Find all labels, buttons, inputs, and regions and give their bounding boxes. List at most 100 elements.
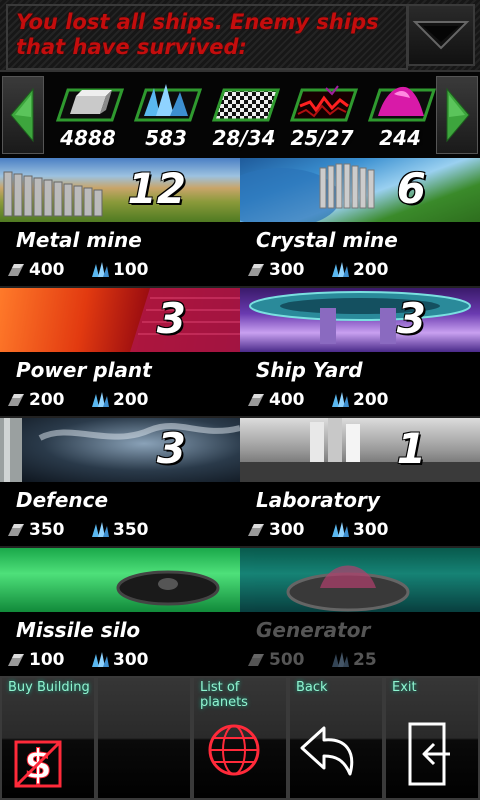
ship-yard-image [240, 288, 480, 352]
building-name: Ship Yard [256, 358, 363, 382]
building-crystal-mine[interactable]: 6 Crystal mine 300 200 [240, 158, 480, 288]
metal-cost-value: 100 [29, 650, 65, 670]
buy-building-label: Buy Building [8, 680, 90, 695]
resource-checker: 28/34 [206, 76, 282, 156]
crystal-cost-value: 25 [353, 650, 377, 670]
crystal-cost: 350 [90, 520, 149, 540]
arrow-left-icon [10, 87, 34, 143]
building-missile-silo[interactable]: Missile silo 100 300 [0, 548, 240, 678]
resource-crystal-value: 583 [145, 126, 187, 150]
crystal-cost-icon [92, 392, 109, 407]
crystal-mine-image [240, 158, 480, 222]
list-of-planets-button[interactable]: List of planets [192, 676, 288, 800]
crystal-cost: 300 [90, 650, 149, 670]
building-defence[interactable]: 3 Defence 350 350 [0, 418, 240, 548]
building-metal-mine[interactable]: 12 Metal mine 400 100 [0, 158, 240, 288]
defence-image [0, 418, 240, 482]
metal-cost-icon [248, 524, 264, 536]
dropdown-button[interactable] [407, 4, 475, 66]
resource-bar: 4888 583 28/34 25/27 244 [0, 70, 480, 161]
crystal-cost-icon [92, 262, 109, 277]
metal-cost-icon [8, 264, 24, 276]
resource-checker-value: 28/34 [212, 126, 276, 150]
metal-cost: 100 [6, 650, 65, 670]
building-count: 3 [156, 294, 186, 343]
resource-energy-value: 25/27 [290, 126, 354, 150]
scroll-right-button[interactable] [436, 76, 478, 154]
metal-cost-icon [248, 394, 264, 406]
metal-cost-value: 400 [29, 260, 65, 280]
power-plant-image [0, 288, 240, 352]
building-name: Power plant [16, 358, 152, 382]
crystal-cost-value: 200 [113, 390, 149, 410]
metal-cost: 400 [246, 390, 305, 410]
crystal-cost: 100 [90, 260, 149, 280]
empty-slot [96, 676, 192, 800]
crystal-cost-icon [92, 652, 109, 667]
crystal-cost-value: 200 [353, 260, 389, 280]
metal-cost: 300 [246, 520, 305, 540]
resource-metal-value: 4888 [60, 126, 116, 150]
crystal-cost-value: 200 [353, 390, 389, 410]
building-name: Metal mine [16, 228, 142, 252]
building-name: Defence [16, 488, 109, 512]
building-count: 3 [156, 424, 186, 473]
metal-cost-icon [8, 654, 24, 666]
building-count: 3 [396, 294, 426, 343]
crystal-cost: 300 [330, 520, 389, 540]
building-ship-yard[interactable]: 3 Ship Yard 400 200 [240, 288, 480, 418]
building-name: Missile silo [16, 618, 141, 642]
building-power-plant[interactable]: 3 Power plant 200 200 [0, 288, 240, 418]
resource-crystal: 583 [128, 76, 204, 156]
building-generator[interactable]: Generator 500 25 [240, 548, 480, 678]
resource-metal: 4888 [50, 76, 126, 156]
metal-cost-value: 300 [269, 520, 305, 540]
bottom-toolbar: Buy Building $ List of planets Back Exit [0, 676, 480, 800]
building-count: 6 [396, 164, 426, 213]
crystal-cost-icon [92, 522, 109, 537]
missile-silo-image [0, 548, 240, 612]
crystal-cost-icon [332, 392, 349, 407]
metal-cost: 300 [246, 260, 305, 280]
laboratory-image [240, 418, 480, 482]
metal-cost: 500 [246, 650, 305, 670]
building-laboratory[interactable]: 1 Laboratory 300 300 [240, 418, 480, 548]
list-of-planets-label: List of planets [200, 680, 248, 710]
message-bar: You lost all ships. Enemy ships that hav… [0, 0, 480, 70]
back-label: Back [296, 680, 328, 695]
exit-button[interactable]: Exit [384, 676, 480, 800]
building-name: Generator [256, 618, 371, 642]
crystal-cost-icon [332, 522, 349, 537]
crystal-cost: 25 [330, 650, 377, 670]
scroll-left-button[interactable] [2, 76, 44, 154]
metal-cost: 400 [6, 260, 65, 280]
metal-cost-icon [8, 524, 24, 536]
back-button[interactable]: Back [288, 676, 384, 800]
building-count: 1 [396, 424, 426, 473]
building-name: Laboratory [256, 488, 380, 512]
message-box: You lost all ships. Enemy ships that hav… [6, 4, 408, 70]
crystal-cost-icon [332, 652, 349, 667]
building-count: 12 [127, 164, 186, 213]
crystal-icon [133, 84, 202, 122]
metal-cost-value: 200 [29, 390, 65, 410]
metal-cost-icon [248, 264, 264, 276]
metal-icon [55, 88, 124, 122]
buy-building-button[interactable]: Buy Building $ [0, 676, 96, 800]
metal-cost: 200 [6, 390, 65, 410]
building-name: Crystal mine [256, 228, 398, 252]
energy-icon [289, 85, 358, 122]
crystal-cost: 200 [330, 260, 389, 280]
checker-icon [211, 88, 280, 122]
metal-cost-icon [248, 654, 264, 666]
crystal-cost-value: 300 [353, 520, 389, 540]
metal-cost-icon [8, 394, 24, 406]
crystal-cost: 200 [330, 390, 389, 410]
generator-image [240, 548, 480, 612]
resource-energy: 25/27 [284, 76, 360, 156]
back-arrow-icon [300, 726, 354, 776]
resource-pink-value: 244 [379, 126, 421, 150]
crystal-cost-value: 100 [113, 260, 149, 280]
dollar-icon: $ [14, 740, 62, 789]
pink-crystal-icon [367, 86, 436, 122]
